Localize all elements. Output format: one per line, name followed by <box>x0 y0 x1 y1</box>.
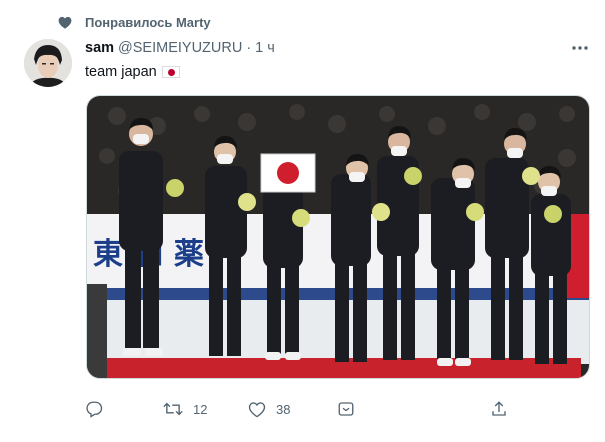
social-context: Понравилось Marty <box>55 12 211 32</box>
tweet-body: team japan <box>85 64 157 80</box>
share-button[interactable] <box>490 398 508 420</box>
author-name[interactable]: sam <box>85 40 114 56</box>
separator: · <box>246 40 252 56</box>
tweet-timestamp[interactable]: 1 ч <box>255 40 275 56</box>
more-dots-icon <box>572 46 588 50</box>
team-photo: 東 和 薬 <box>87 96 589 378</box>
retweet-count: 12 <box>193 401 208 417</box>
japan-flag-emoji <box>161 66 180 78</box>
heart-filled-icon <box>55 12 75 32</box>
author-handle[interactable]: @SEIMEIYUZURU <box>118 40 242 56</box>
more-options-button[interactable] <box>568 38 592 58</box>
bookmark-menu-button[interactable] <box>337 398 355 420</box>
heart-outline-icon <box>248 401 266 417</box>
author-avatar[interactable] <box>24 39 72 87</box>
reply-button[interactable] <box>85 398 103 420</box>
share-icon <box>492 401 506 416</box>
tweet-text: team japan <box>85 62 180 82</box>
liked-by-text[interactable]: Понравилось Marty <box>85 15 211 30</box>
tweet-card[interactable]: Понравилось Marty sam @SEIMEIYUZURU · 1 … <box>0 0 605 442</box>
like-count: 38 <box>276 401 291 417</box>
chevron-menu-icon <box>338 402 354 416</box>
like-button[interactable]: 38 <box>248 398 290 420</box>
tweet-media-photo[interactable]: 東 和 薬 <box>86 95 590 379</box>
tweet-header: sam @SEIMEIYUZURU · 1 ч <box>85 38 275 58</box>
tweet-actions: 12 38 <box>85 398 525 420</box>
retweet-button[interactable]: 12 <box>163 398 207 420</box>
reply-icon <box>86 401 103 418</box>
retweet-icon <box>163 402 183 416</box>
